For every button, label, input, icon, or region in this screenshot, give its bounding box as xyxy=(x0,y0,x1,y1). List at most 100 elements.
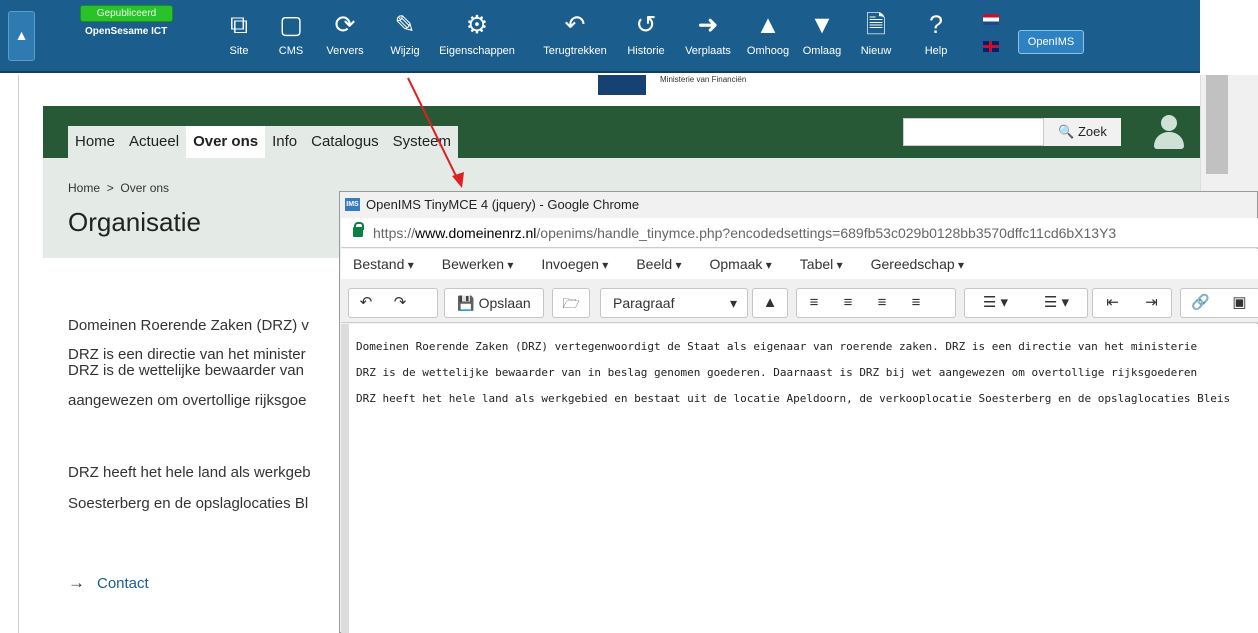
collapse-toolbar-button[interactable]: ▲ xyxy=(8,11,35,61)
nav-item-info[interactable]: Info xyxy=(265,126,304,158)
history-button[interactable]: ↺ Historie xyxy=(619,6,673,66)
nav-item-over-ons[interactable]: Over ons xyxy=(186,126,266,158)
editor-content[interactable]: Domeinen Roerende Zaken (DRZ) vertegenwo… xyxy=(341,324,1258,633)
edit-button[interactable]: ✎ Wijzig xyxy=(382,6,428,66)
align-justify-icon[interactable]: ≡ xyxy=(899,289,933,317)
align-right-icon[interactable]: ≡ xyxy=(865,289,899,317)
undo-icon: ↶ xyxy=(564,11,586,39)
flag-uk-icon[interactable] xyxy=(983,41,999,52)
format-select-value: Paragraaf xyxy=(613,295,675,311)
indent-icon[interactable]: ⇥ xyxy=(1132,289,1171,317)
undo-icon[interactable]: ↶ xyxy=(349,289,383,317)
open-button[interactable]: 🗁 xyxy=(552,288,590,318)
menu-tabel[interactable]: Tabel xyxy=(800,249,843,279)
openims-button[interactable]: OpenIMS xyxy=(1018,30,1084,54)
format-select[interactable]: Paragraaf ▾ xyxy=(600,288,748,318)
contact-link[interactable]: → Contact xyxy=(68,573,149,593)
menu-beeld[interactable]: Beeld xyxy=(636,249,681,279)
scrollbar-thumb[interactable] xyxy=(1206,64,1228,174)
tinymce-popup-window: IMS OpenIMS TinyMCE 4 (jquery) - Google … xyxy=(339,191,1258,633)
nav-item-actueel[interactable]: Actueel xyxy=(122,126,186,158)
align-center-icon[interactable]: ≡ xyxy=(831,289,865,317)
window-icon: ▢ xyxy=(279,11,303,39)
nav-item-catalogus[interactable]: Catalogus xyxy=(304,126,386,158)
image-icon[interactable]: ▣ xyxy=(1220,289,1258,317)
list-group: ☰ ▾ ☰ ▾ xyxy=(964,288,1088,318)
contact-label: Contact xyxy=(97,575,149,592)
floppy-icon: 💾 xyxy=(457,295,475,311)
breadcrumb-home[interactable]: Home xyxy=(68,181,100,195)
paragraph-line: DRZ heeft het hele land als werkgeb xyxy=(68,464,311,481)
popup-title: OpenIMS TinyMCE 4 (jquery) - Google Chro… xyxy=(366,197,640,212)
url-scheme: https:// xyxy=(373,225,416,241)
withdraw-button[interactable]: ↶ Terugtrekken xyxy=(530,6,620,66)
nav-item-home[interactable]: Home xyxy=(68,126,122,158)
popup-title-bar: IMS OpenIMS TinyMCE 4 (jquery) - Google … xyxy=(340,192,1258,218)
bullet-list-icon[interactable]: ☰ ▾ xyxy=(965,289,1026,317)
move-button[interactable]: ➜ Verplaats xyxy=(678,6,738,66)
menu-bewerken[interactable]: Bewerken xyxy=(442,249,514,279)
editor-line: DRZ is de wettelijke bewaarder van in be… xyxy=(356,366,1198,379)
site-button[interactable]: ⧉ Site xyxy=(222,6,256,66)
menu-invoegen[interactable]: Invoegen xyxy=(541,249,608,279)
status-badge: Gepubliceerd xyxy=(80,5,173,22)
nav-item-systeem[interactable]: Systeem xyxy=(386,126,458,158)
menu-gereedschap[interactable]: Gereedschap xyxy=(871,249,964,279)
menu-opmaak[interactable]: Opmaak xyxy=(710,249,772,279)
editor-toolbar: ↶ ↷ 💾 Opslaan 🗁 Paragraaf ▾ ▲ ≡ ≡ ≡ ≡ ☰ ▾ ☰ ▾ … xyxy=(341,279,1258,323)
breadcrumb: Home > Over ons xyxy=(68,181,169,195)
site-nav: Home Actueel Over ons Info Catalogus Sys… xyxy=(68,126,459,158)
outdent-icon[interactable]: ⇤ xyxy=(1093,289,1132,317)
editor-line: DRZ heeft het hele land als werkgebied e… xyxy=(356,392,1231,405)
arrow-up-icon: ▲ xyxy=(755,11,781,39)
search-icon: 🔍 xyxy=(1058,124,1075,139)
menu-bestand[interactable]: Bestand xyxy=(353,249,414,279)
expand-icon: ⧉ xyxy=(230,11,248,39)
paragraph-line: DRZ is de wettelijke bewaarder van xyxy=(68,362,304,379)
address-bar[interactable]: https://www.domeinenrz.nl/openims/handle… xyxy=(341,218,1258,248)
new-page-icon: 🗎 xyxy=(865,11,887,39)
history-icon: ↺ xyxy=(635,11,657,39)
properties-button[interactable]: ⚙ Eigenschappen xyxy=(430,6,524,66)
arrow-down-icon: ▼ xyxy=(809,11,835,39)
move-up-button[interactable]: ▲ Omhoog xyxy=(740,6,796,66)
indent-group: ⇤ ⇥ xyxy=(1092,288,1172,318)
search-button-label: Zoek xyxy=(1077,124,1107,139)
page-left-rule xyxy=(18,75,19,633)
image-tool: ▲ xyxy=(752,288,788,318)
link-icon[interactable]: 🔗 xyxy=(1181,289,1220,317)
refresh-icon: ⟳ xyxy=(334,11,356,39)
url-path: /openims/handle_tinymce.php?encodedsetti… xyxy=(536,225,1117,241)
site-name: OpenSesame ICT xyxy=(85,26,168,37)
help-button[interactable]: ? Help xyxy=(918,6,954,66)
editor-line: Domeinen Roerende Zaken (DRZ) vertegenwo… xyxy=(356,340,1198,353)
paragraph-line: Soesterberg en de opslaglocaties Bl xyxy=(68,495,309,512)
refresh-button[interactable]: ⟳ Ververs xyxy=(321,6,369,66)
new-button[interactable]: 🗎 Nieuw xyxy=(856,6,896,66)
arrow-right-icon: → xyxy=(68,573,85,592)
landscape-icon[interactable]: ▲ xyxy=(753,289,787,317)
align-left-icon[interactable]: ≡ xyxy=(797,289,831,317)
redo-icon[interactable]: ↷ xyxy=(383,289,417,317)
folder-icon: 🗁 xyxy=(562,295,580,311)
link-image-group: 🔗 ▣ xyxy=(1180,288,1258,318)
breadcrumb-separator: > xyxy=(106,181,114,195)
numbered-list-icon[interactable]: ☰ ▾ xyxy=(1026,289,1087,317)
save-label: Opslaan xyxy=(478,295,531,311)
paragraph-line: aangewezen om overtollige rijksgoe xyxy=(68,392,307,409)
align-group: ≡ ≡ ≡ ≡ xyxy=(796,288,956,318)
search-button[interactable]: 🔍 Zoek xyxy=(1043,118,1121,146)
ministry-logo xyxy=(598,75,646,95)
editor-menubar: Bestand Bewerken Invoegen Beeld Opmaak T… xyxy=(341,249,1258,279)
cms-button[interactable]: ▢ CMS xyxy=(275,6,307,66)
chevron-down-icon: ▾ xyxy=(729,295,737,311)
url-domain: www.domeinenrz.nl xyxy=(415,225,537,241)
move-down-button[interactable]: ▼ Omlaag xyxy=(796,6,848,66)
undo-redo-group: ↶ ↷ xyxy=(348,288,438,318)
user-icon[interactable] xyxy=(1153,115,1185,149)
paragraph-line: Domeinen Roerende Zaken (DRZ) v xyxy=(68,317,309,334)
flag-nl-icon[interactable] xyxy=(983,14,999,25)
cms-toolbar: ▲ Gepubliceerd OpenSesame ICT ⧉ Site ▢ CMS… xyxy=(0,0,1258,75)
save-button[interactable]: 💾 Opslaan xyxy=(444,288,544,318)
help-icon: ? xyxy=(929,11,943,39)
